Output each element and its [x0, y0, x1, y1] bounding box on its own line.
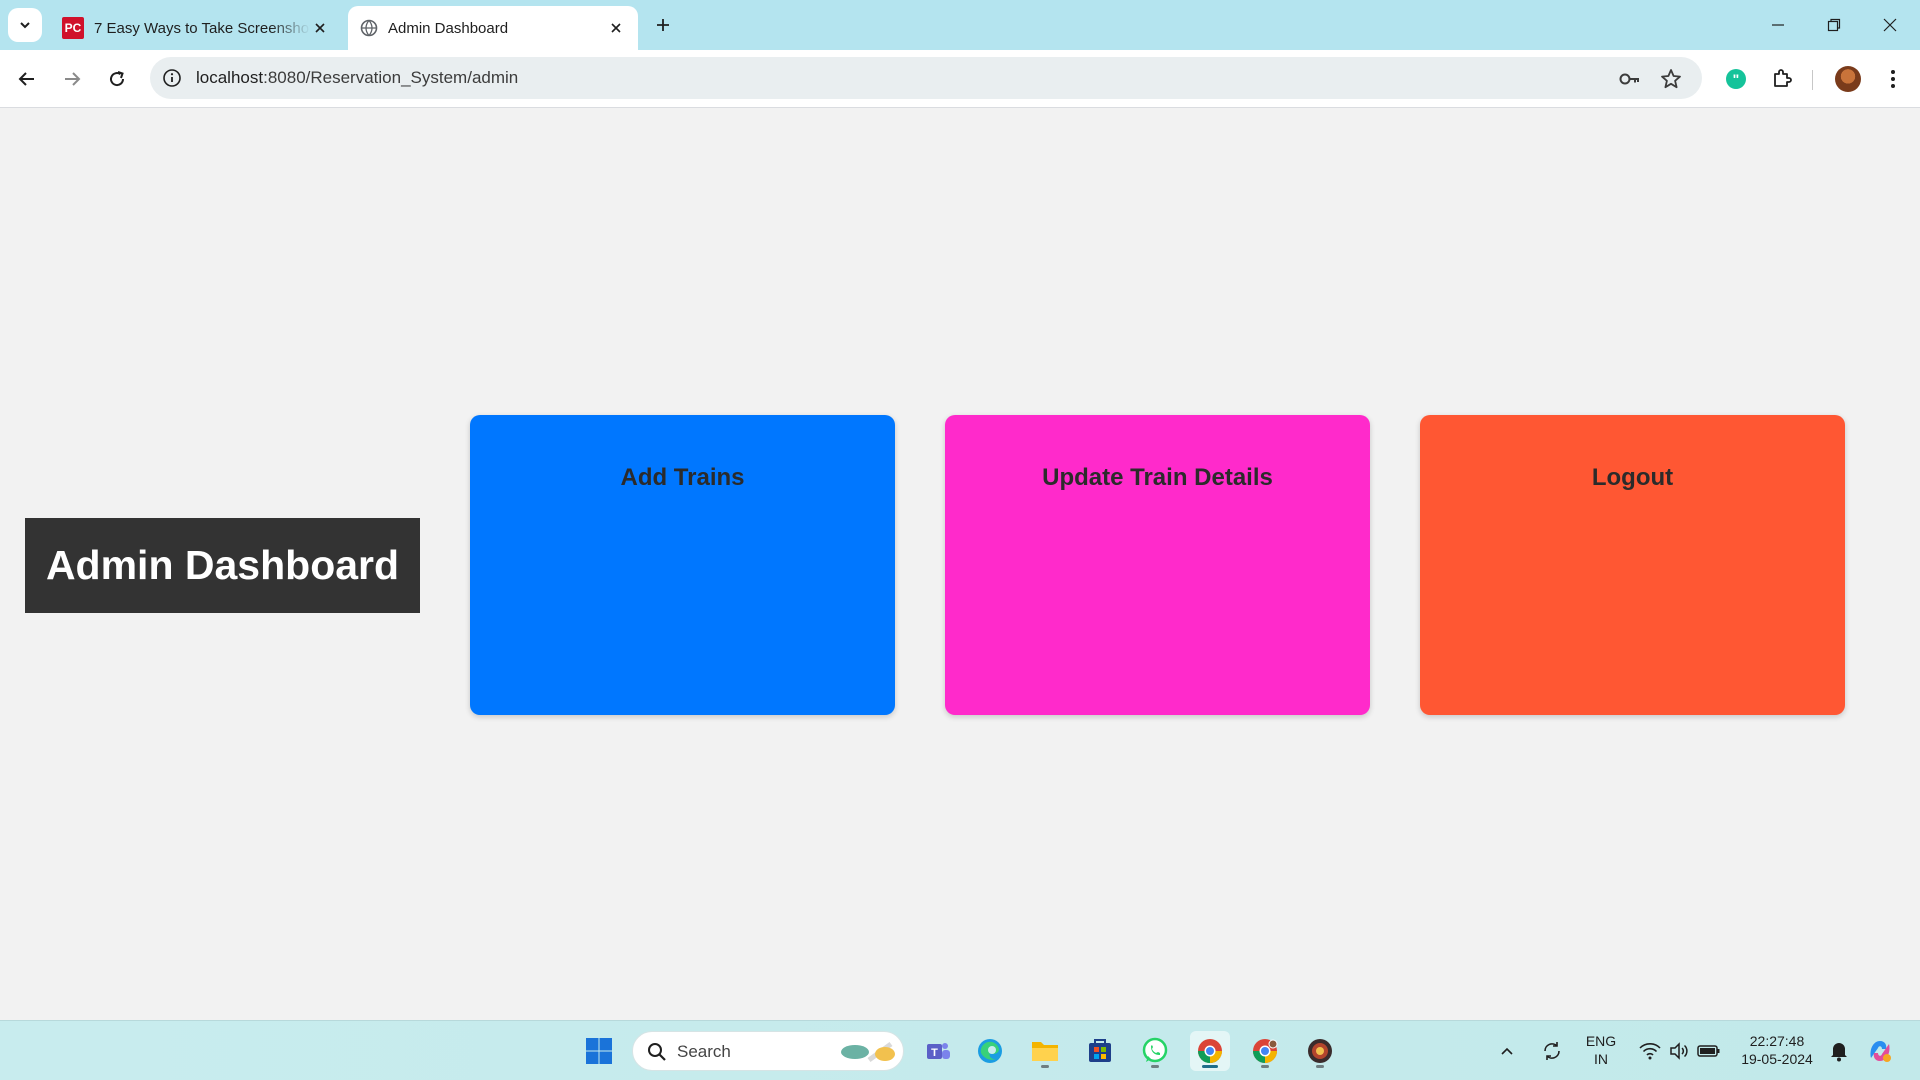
tab-admin-dashboard[interactable]: Admin Dashboard [348, 6, 638, 50]
grammarly-extension-icon[interactable]: " [1722, 65, 1750, 93]
forward-button[interactable] [55, 62, 89, 96]
running-indicator [1041, 1065, 1049, 1068]
running-indicator [1316, 1065, 1324, 1068]
sync-icon[interactable] [1535, 1031, 1569, 1071]
tab-screenshots-article[interactable]: PC 7 Easy Ways to Take Screenshots on Wi… [50, 6, 342, 50]
tab-search-button[interactable] [8, 8, 42, 42]
plus-icon [657, 19, 669, 31]
clock[interactable]: 22:27:48 19-05-2024 [1732, 1032, 1822, 1068]
page-title: Admin Dashboard [45, 542, 400, 588]
search-highlight-icon [841, 1041, 895, 1063]
search-label: Search [677, 1042, 731, 1061]
running-indicator [1261, 1065, 1269, 1068]
arrow-left-icon [18, 72, 34, 86]
language-code: ENG [1585, 1033, 1617, 1049]
tab-title: Admin Dashboard [388, 19, 509, 37]
battery-icon [1697, 1045, 1720, 1057]
language-indicator[interactable]: ENG IN [1578, 1032, 1624, 1068]
taskbar-search-box[interactable]: Search [632, 1031, 904, 1071]
url-text: localhost:8080/Reservation_System/admin [196, 68, 518, 88]
back-button[interactable] [10, 62, 44, 96]
running-indicator [1151, 1065, 1159, 1068]
password-key-icon[interactable] [1618, 67, 1642, 91]
browser-toolbar: localhost:8080/Reservation_System/admin … [0, 50, 1920, 108]
svg-text:": " [1733, 71, 1740, 87]
tab-strip: PC 7 Easy Ways to Take Screenshots on Wi… [0, 0, 1920, 50]
bell-icon [1831, 1043, 1847, 1062]
site-info-icon[interactable] [162, 68, 182, 93]
tab-title: 7 Easy Ways to Take Screenshots on Windo… [94, 19, 310, 37]
extensions-puzzle-icon[interactable] [1768, 65, 1796, 93]
microsoft-store-icon[interactable] [1080, 1031, 1120, 1071]
page-title-box: Admin Dashboard [25, 518, 420, 613]
globe-icon [360, 19, 378, 37]
clock-time: 22:27:48 [1749, 1033, 1805, 1049]
edge-browser-icon[interactable] [970, 1031, 1010, 1071]
avatar [1835, 66, 1861, 92]
copilot-icon[interactable] [1860, 1031, 1900, 1071]
new-tab-button[interactable] [650, 12, 676, 38]
close-tab-icon[interactable] [310, 18, 330, 38]
logout-card[interactable]: Logout [1420, 415, 1845, 715]
search-icon [648, 1043, 666, 1061]
volume-icon [1670, 1042, 1688, 1060]
teams-icon[interactable]: T [918, 1031, 958, 1071]
minimize-icon [1772, 24, 1784, 26]
chrome-profile-icon[interactable] [1245, 1031, 1285, 1071]
windows-taskbar: Search T ENG IN 22:27:48 19-05-2024 [0, 1020, 1920, 1080]
windows-logo-icon [586, 1038, 612, 1064]
restore-button[interactable] [1806, 0, 1862, 50]
update-train-details-card[interactable]: Update Train Details [945, 415, 1370, 715]
reload-button[interactable] [100, 62, 134, 96]
show-hidden-icons-button[interactable] [1493, 1031, 1521, 1071]
bookmark-star-icon[interactable] [1659, 67, 1683, 91]
add-trains-label: Add Trains [620, 464, 745, 491]
restore-icon [1827, 18, 1841, 32]
arrow-right-icon [65, 72, 81, 86]
profile-avatar[interactable] [1834, 65, 1862, 93]
clock-date: 19-05-2024 [1741, 1051, 1813, 1067]
keyboard-region: IN [1594, 1051, 1608, 1067]
svg-text:T: T [931, 1047, 938, 1059]
toolbar-divider [1812, 70, 1813, 90]
minimize-button[interactable] [1750, 0, 1806, 50]
logout-label: Logout [1591, 464, 1674, 491]
close-icon [1883, 18, 1897, 32]
whatsapp-icon[interactable] [1135, 1031, 1175, 1071]
notifications-button[interactable] [1824, 1031, 1854, 1071]
chevron-up-icon [1501, 1047, 1513, 1055]
close-tab-icon[interactable] [606, 18, 626, 38]
start-button[interactable] [579, 1031, 619, 1071]
url-path: :8080/Reservation_System/admin [263, 68, 519, 87]
pcmag-favicon-icon: PC [62, 17, 84, 39]
add-trains-card[interactable]: Add Trains [470, 415, 895, 715]
running-indicator [1202, 1065, 1218, 1068]
update-train-details-label: Update Train Details [1042, 464, 1273, 491]
reload-icon [110, 71, 125, 87]
wifi-icon [1639, 1043, 1661, 1060]
browser-menu-button[interactable] [1879, 65, 1907, 93]
chrome-icon[interactable] [1190, 1031, 1230, 1071]
address-bar[interactable]: localhost:8080/Reservation_System/admin [150, 57, 1702, 99]
url-host: localhost [196, 68, 264, 87]
close-window-button[interactable] [1862, 0, 1918, 50]
file-explorer-icon[interactable] [1025, 1031, 1065, 1071]
app-badge-icon[interactable] [1300, 1031, 1340, 1071]
kebab-menu-icon [1891, 70, 1895, 88]
chevron-down-icon [20, 22, 30, 29]
quick-settings-button[interactable] [1632, 1031, 1728, 1071]
